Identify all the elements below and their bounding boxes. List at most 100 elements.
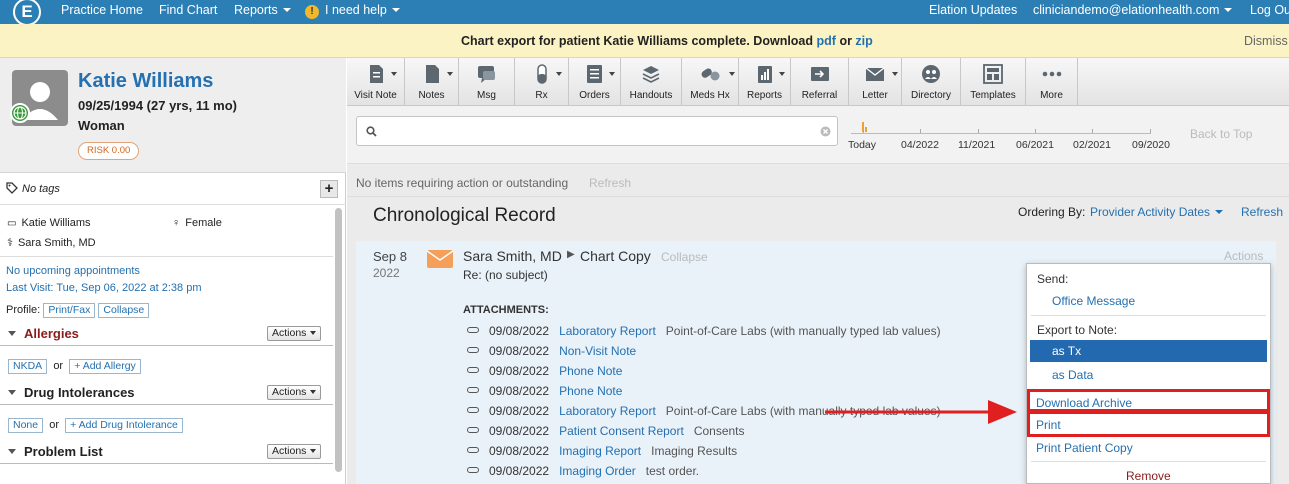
sidebar-scrollbar[interactable]	[335, 208, 342, 472]
refresh-link[interactable]: Refresh	[1241, 205, 1283, 219]
print-patient-copy-item[interactable]: Print Patient Copy	[1036, 441, 1133, 455]
nav-help[interactable]: ! I need help	[305, 3, 400, 19]
none-button[interactable]: None	[8, 418, 44, 433]
as-tx-item[interactable]: as Tx	[1030, 340, 1267, 362]
attachment-link[interactable]: Laboratory Report	[559, 404, 656, 418]
chevron-down-icon	[556, 72, 562, 76]
visit-note-button[interactable]: Visit Note	[347, 58, 405, 106]
download-zip-link[interactable]: zip	[855, 34, 872, 48]
back-to-top-link[interactable]: Back to Top	[1190, 127, 1252, 141]
ordering-select[interactable]: Provider Activity Dates	[1090, 205, 1224, 219]
more-icon	[1042, 71, 1061, 77]
letter-button[interactable]: Letter	[849, 58, 902, 106]
add-intolerance-button[interactable]: + Add Drug Intolerance	[65, 418, 183, 433]
list-item: 09/08/2022 Non-Visit Note	[467, 344, 646, 358]
attachment-link[interactable]: Phone Note	[559, 364, 622, 378]
attachment-link[interactable]: Patient Consent Report	[559, 424, 684, 438]
toolbar-label: Notes	[418, 90, 445, 101]
record-collapse-link[interactable]: Collapse	[661, 250, 708, 264]
attachment-link[interactable]: Non-Visit Note	[559, 344, 636, 358]
chevron-down-icon	[391, 8, 400, 12]
problem-list-actions-button[interactable]: Actions	[267, 444, 322, 459]
directory-button[interactable]: Directory	[902, 58, 961, 106]
problem-list-header[interactable]: Problem List	[8, 444, 103, 459]
elation-logo[interactable]: E	[13, 0, 41, 26]
appointments-link[interactable]: No upcoming appointments	[6, 265, 140, 277]
export-label: Export to Note:	[1037, 323, 1118, 337]
nav-user-menu[interactable]: cliniciandemo@elationhealth.com	[1033, 3, 1233, 17]
meds-icon	[701, 68, 720, 81]
gender-value: Female	[185, 217, 222, 229]
nav-practice-home[interactable]: Practice Home	[61, 3, 143, 17]
attachment-date: 09/08/2022	[489, 444, 550, 458]
paperclip-icon	[467, 407, 479, 413]
add-allergy-button[interactable]: + Add Allergy	[69, 359, 141, 374]
timeline-tick	[920, 129, 921, 133]
office-message-item[interactable]: Office Message	[1052, 294, 1135, 308]
patient-name[interactable]: Katie Williams	[78, 70, 213, 93]
rx-button[interactable]: Rx	[515, 58, 569, 106]
referral-button[interactable]: Referral	[791, 58, 849, 106]
envelope-icon	[427, 250, 453, 268]
attachment-link[interactable]: Imaging Report	[559, 444, 641, 458]
drug-intolerances-actions-button[interactable]: Actions	[267, 385, 322, 400]
msg-button[interactable]: Msg	[459, 58, 515, 106]
record-subject: Re: (no subject)	[463, 268, 548, 282]
orders-button[interactable]: Orders	[569, 58, 621, 106]
clear-icon[interactable]	[820, 126, 831, 137]
timeline-label[interactable]: 02/2021	[1073, 139, 1111, 151]
timeline-tick	[1035, 129, 1036, 133]
search-field[interactable]	[383, 122, 813, 140]
timeline-tick	[1150, 129, 1151, 133]
as-data-item[interactable]: as Data	[1052, 368, 1093, 382]
dismiss-button[interactable]: Dismiss	[1244, 34, 1288, 48]
nav-updates[interactable]: Elation Updates	[929, 3, 1017, 17]
chart-toolbar: Visit Note Notes Msg Rx Orders Handouts …	[347, 58, 1289, 106]
add-tag-button[interactable]: +	[320, 180, 338, 198]
timeline-label[interactable]: 09/2020	[1132, 139, 1170, 151]
nav-find-chart[interactable]: Find Chart	[159, 3, 217, 17]
attachment-desc: Imaging Results	[651, 444, 738, 458]
timeline-label[interactable]: 04/2022	[901, 139, 939, 151]
timeline-label[interactable]: Today	[848, 139, 876, 151]
refresh-gray-link[interactable]: Refresh	[589, 176, 631, 190]
drug-intolerances-title: Drug Intolerances	[24, 385, 135, 400]
more-button[interactable]: More	[1026, 58, 1078, 106]
collapse-profile-button[interactable]: Collapse	[98, 303, 150, 318]
attachment-date: 09/08/2022	[489, 384, 550, 398]
orders-icon	[586, 65, 602, 83]
chart-search-input[interactable]	[356, 116, 838, 146]
attachment-link[interactable]: Phone Note	[559, 384, 622, 398]
list-item: 09/08/2022 Phone Note	[467, 384, 632, 398]
attachment-link[interactable]: Imaging Order	[559, 464, 636, 478]
attachment-date: 09/08/2022	[489, 424, 550, 438]
allergies-title: Allergies	[24, 326, 79, 341]
allergies-header[interactable]: Allergies	[8, 326, 79, 341]
notes-button[interactable]: Notes	[405, 58, 459, 106]
globe-shape	[13, 106, 27, 120]
meds-hx-button[interactable]: Meds Hx	[682, 58, 739, 106]
drug-intolerances-header[interactable]: Drug Intolerances	[8, 385, 135, 400]
print-fax-button[interactable]: Print/Fax	[43, 303, 96, 318]
nkda-button[interactable]: NKDA	[8, 359, 48, 374]
referral-icon	[810, 67, 829, 81]
download-pdf-link[interactable]: pdf	[817, 34, 836, 48]
record-actions-button[interactable]: Actions	[1224, 249, 1263, 263]
handouts-button[interactable]: Handouts	[621, 58, 682, 106]
chevron-down-icon	[310, 390, 317, 394]
nav-logout[interactable]: Log Ou	[1250, 3, 1289, 17]
nav-reports[interactable]: Reports	[234, 3, 291, 17]
reports-button[interactable]: Reports	[739, 58, 791, 106]
risk-badge[interactable]: RISK 0.00	[78, 142, 140, 160]
allergies-actions-button[interactable]: Actions	[267, 326, 322, 341]
remove-item[interactable]: Remove	[1126, 469, 1171, 483]
list-item: 09/08/2022 Phone Note	[467, 364, 632, 378]
patient-dob: 09/25/1994 (27 yrs, 11 mo)	[78, 98, 238, 113]
timeline-label[interactable]: 11/2021	[958, 139, 995, 151]
attachment-link[interactable]: Laboratory Report	[559, 324, 656, 338]
arrow-right-icon: ▶	[567, 249, 575, 260]
templates-button[interactable]: Templates	[961, 58, 1026, 106]
timeline-label[interactable]: 06/2021	[1016, 139, 1054, 151]
last-visit-link[interactable]: Last Visit: Tue, Sep 06, 2022 at 2:38 pm	[6, 282, 201, 294]
provider-row: ⚕ Sara Smith, MD	[7, 236, 96, 249]
